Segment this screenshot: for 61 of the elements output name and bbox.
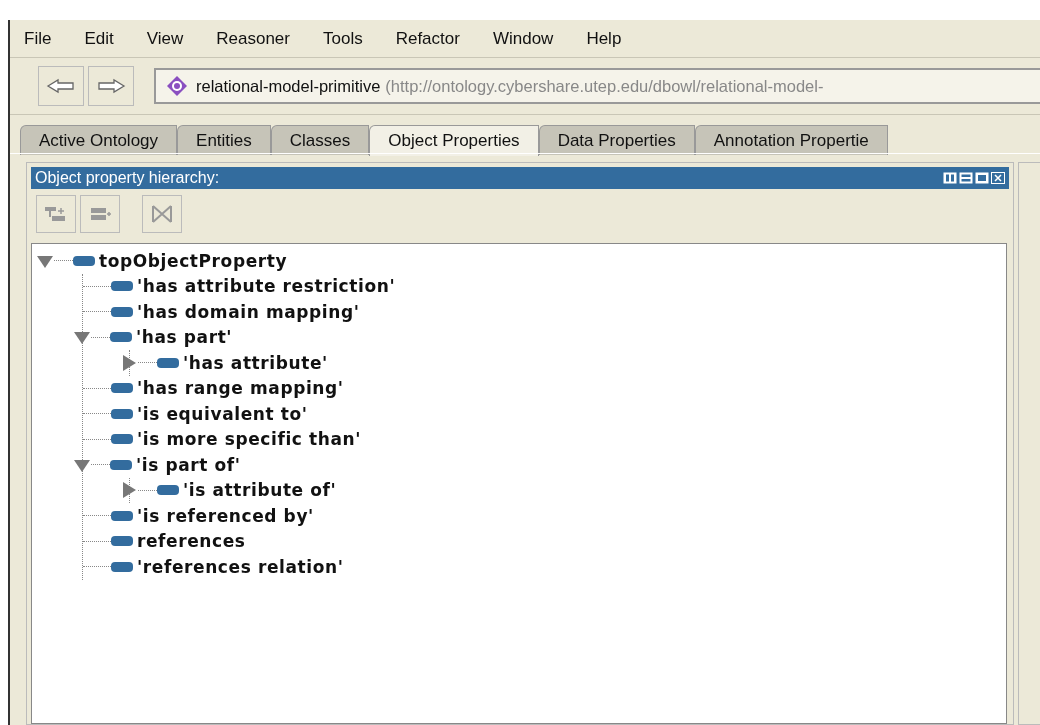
delete-icon [150,204,174,224]
property-icon [111,408,133,419]
property-icon [111,536,133,547]
ontology-address-field[interactable]: relational-model-primitive (http://ontology.cybershare.utep.edu/dbowl/relational-model- [154,68,1040,104]
tree-item[interactable]: 'has range mapping' [137,378,344,399]
ontology-iri: (http://ontology.cybershare.utep.edu/dbowl/relational-model- [385,76,824,96]
delete-property-button[interactable] [142,195,182,233]
property-icon [111,383,133,394]
tree-item[interactable]: 'has part' [136,327,233,348]
collapsed-triangle-icon[interactable] [120,353,138,372]
tree-item[interactable]: 'has attribute restriction' [137,276,396,297]
menu-item[interactable]: Help [586,28,622,49]
tree-item[interactable]: 'is referenced by' [137,505,314,526]
add-sibling-property-button[interactable] [80,195,120,233]
property-icon [111,561,133,572]
tree-item[interactable]: 'references relation' [137,556,344,577]
forward-button[interactable] [88,66,134,106]
tab[interactable]: Data Properties [538,125,695,155]
tree-item[interactable]: 'has domain mapping' [137,301,360,322]
menu-item[interactable]: Edit [84,28,114,49]
tab[interactable]: Entities [177,125,271,155]
property-icon [157,485,179,496]
tab[interactable]: Object Properties [369,125,539,156]
property-icon [157,357,179,368]
property-icon [110,459,132,470]
right-arrow-icon [96,78,126,94]
tree-item[interactable]: references [137,531,246,552]
menu-item[interactable]: Window [492,28,554,49]
add-sibling-icon [88,205,112,223]
close-icon[interactable] [991,172,1005,184]
property-icon [111,306,133,317]
split-vertical-icon[interactable] [943,172,957,184]
panel-title: Object property hierarchy: [35,169,220,187]
property-icon [111,434,133,445]
tab[interactable]: Annotation Propertie [694,125,888,155]
tree-item[interactable]: 'is equivalent to' [137,403,308,424]
menu-item[interactable]: View [146,28,184,49]
collapsed-triangle-icon[interactable] [120,481,138,500]
split-horizontal-icon[interactable] [959,172,973,184]
tree-item[interactable]: 'is part of' [136,454,241,475]
menu-item[interactable]: Tools [322,28,363,49]
tree-item[interactable]: 'has attribute' [183,352,328,373]
back-button[interactable] [38,66,84,106]
property-icon [73,255,95,266]
property-icon [111,281,133,292]
tree-item[interactable]: 'is attribute of' [183,480,337,501]
left-arrow-icon [46,78,76,94]
property-icon [111,510,133,521]
menu-item[interactable]: File [24,28,52,49]
maximize-icon[interactable] [975,172,989,184]
ontology-name: relational-model-primitive [196,76,381,96]
add-sub-property-button[interactable] [36,195,76,233]
tree-item[interactable]: topObjectProperty [99,250,288,271]
menu-item[interactable]: Refactor [395,28,460,49]
property-icon [110,332,132,343]
add-child-icon [44,205,68,223]
ontology-icon [166,75,188,97]
tab[interactable]: Classes [270,125,370,155]
tab[interactable]: Active Ontology [20,125,178,155]
tree-item[interactable]: 'is more specific than' [137,429,362,450]
menu-item[interactable]: Reasoner [216,28,290,49]
